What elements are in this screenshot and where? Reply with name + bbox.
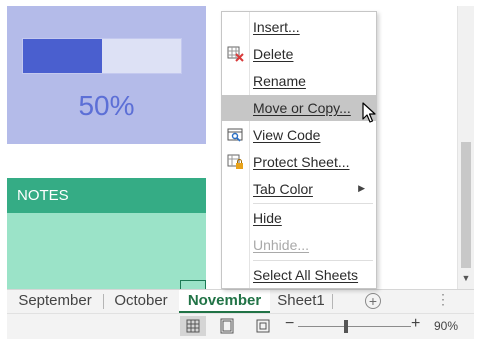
zoom-slider-thumb[interactable] — [344, 320, 348, 333]
zoom-in-button[interactable]: + — [411, 315, 420, 333]
delete-sheet-icon — [227, 46, 244, 62]
menu-item-insert[interactable]: Insert... — [222, 14, 376, 40]
progress-bar — [22, 38, 182, 74]
progress-percentage: 50% — [78, 90, 135, 121]
tab-separator — [332, 294, 333, 309]
page-layout-view-button[interactable] — [214, 316, 240, 336]
sheet-tab-context-menu: Insert... Delete Rename Move or Copy... … — [221, 11, 377, 289]
sheet-tab-october[interactable]: October — [103, 290, 179, 313]
normal-view-icon — [186, 319, 200, 333]
zoom-out-button[interactable]: − — [285, 315, 294, 333]
menu-separator — [253, 260, 373, 261]
menu-item-tab-color[interactable]: Tab Color ▶ — [222, 176, 376, 202]
normal-view-button[interactable] — [180, 316, 206, 336]
notes-header: NOTES — [7, 178, 206, 213]
zoom-level[interactable]: 90% — [434, 319, 458, 333]
zoom-slider[interactable] — [298, 326, 411, 327]
mouse-pointer-icon — [362, 102, 376, 123]
menu-item-label: Tab Color — [253, 181, 313, 197]
progress-panel: 50% — [7, 6, 206, 144]
vertical-scrollbar[interactable]: ▼ — [457, 6, 474, 289]
menu-item-hide[interactable]: Hide — [222, 205, 376, 231]
sheet-tab-sheet1[interactable]: Sheet1 — [270, 290, 332, 313]
menu-item-label: Insert... — [253, 19, 300, 35]
tab-bar-more-icon[interactable]: ⋮ — [436, 291, 450, 308]
menu-item-protect-sheet[interactable]: Protect Sheet... — [222, 149, 376, 175]
menu-item-unhide: Unhide... — [222, 232, 376, 258]
menu-item-select-all-sheets[interactable]: Select All Sheets — [222, 262, 376, 288]
menu-item-move-or-copy[interactable]: Move or Copy... — [222, 95, 376, 121]
menu-item-label: Select All Sheets — [253, 267, 359, 283]
scroll-down-arrow-icon[interactable]: ▼ — [460, 272, 472, 284]
page-break-preview-icon — [256, 319, 270, 333]
page-layout-icon — [220, 318, 234, 334]
selected-cell-indicator — [180, 280, 206, 289]
view-code-icon — [227, 128, 243, 142]
scrollbar-thumb[interactable] — [461, 142, 471, 268]
menu-separator — [253, 203, 373, 204]
menu-item-delete[interactable]: Delete — [222, 41, 376, 67]
protect-sheet-icon — [227, 154, 243, 169]
menu-item-view-code[interactable]: View Code — [222, 122, 376, 148]
menu-item-label: View Code — [253, 127, 321, 143]
menu-item-label: Hide — [253, 210, 282, 226]
sheet-tab-september[interactable]: September — [7, 290, 103, 313]
sheet-tab-bar: September October November Sheet1 + ⋮ — [7, 289, 474, 313]
menu-item-label: Move or Copy... — [253, 100, 351, 116]
menu-item-label: Rename — [253, 73, 306, 89]
menu-item-rename[interactable]: Rename — [222, 68, 376, 94]
submenu-arrow-icon: ▶ — [358, 183, 365, 193]
menu-item-label: Protect Sheet... — [253, 154, 350, 170]
sheet-tab-november[interactable]: November — [179, 290, 270, 313]
menu-item-label: Unhide... — [253, 237, 310, 253]
page-break-preview-button[interactable] — [250, 316, 276, 336]
notes-body[interactable] — [7, 213, 206, 289]
add-sheet-button[interactable]: + — [365, 293, 381, 309]
menu-item-label: Delete — [253, 46, 294, 62]
progress-bar-fill — [23, 39, 102, 73]
notes-title: NOTES — [17, 187, 69, 204]
status-bar: − + 90% — [7, 313, 474, 339]
